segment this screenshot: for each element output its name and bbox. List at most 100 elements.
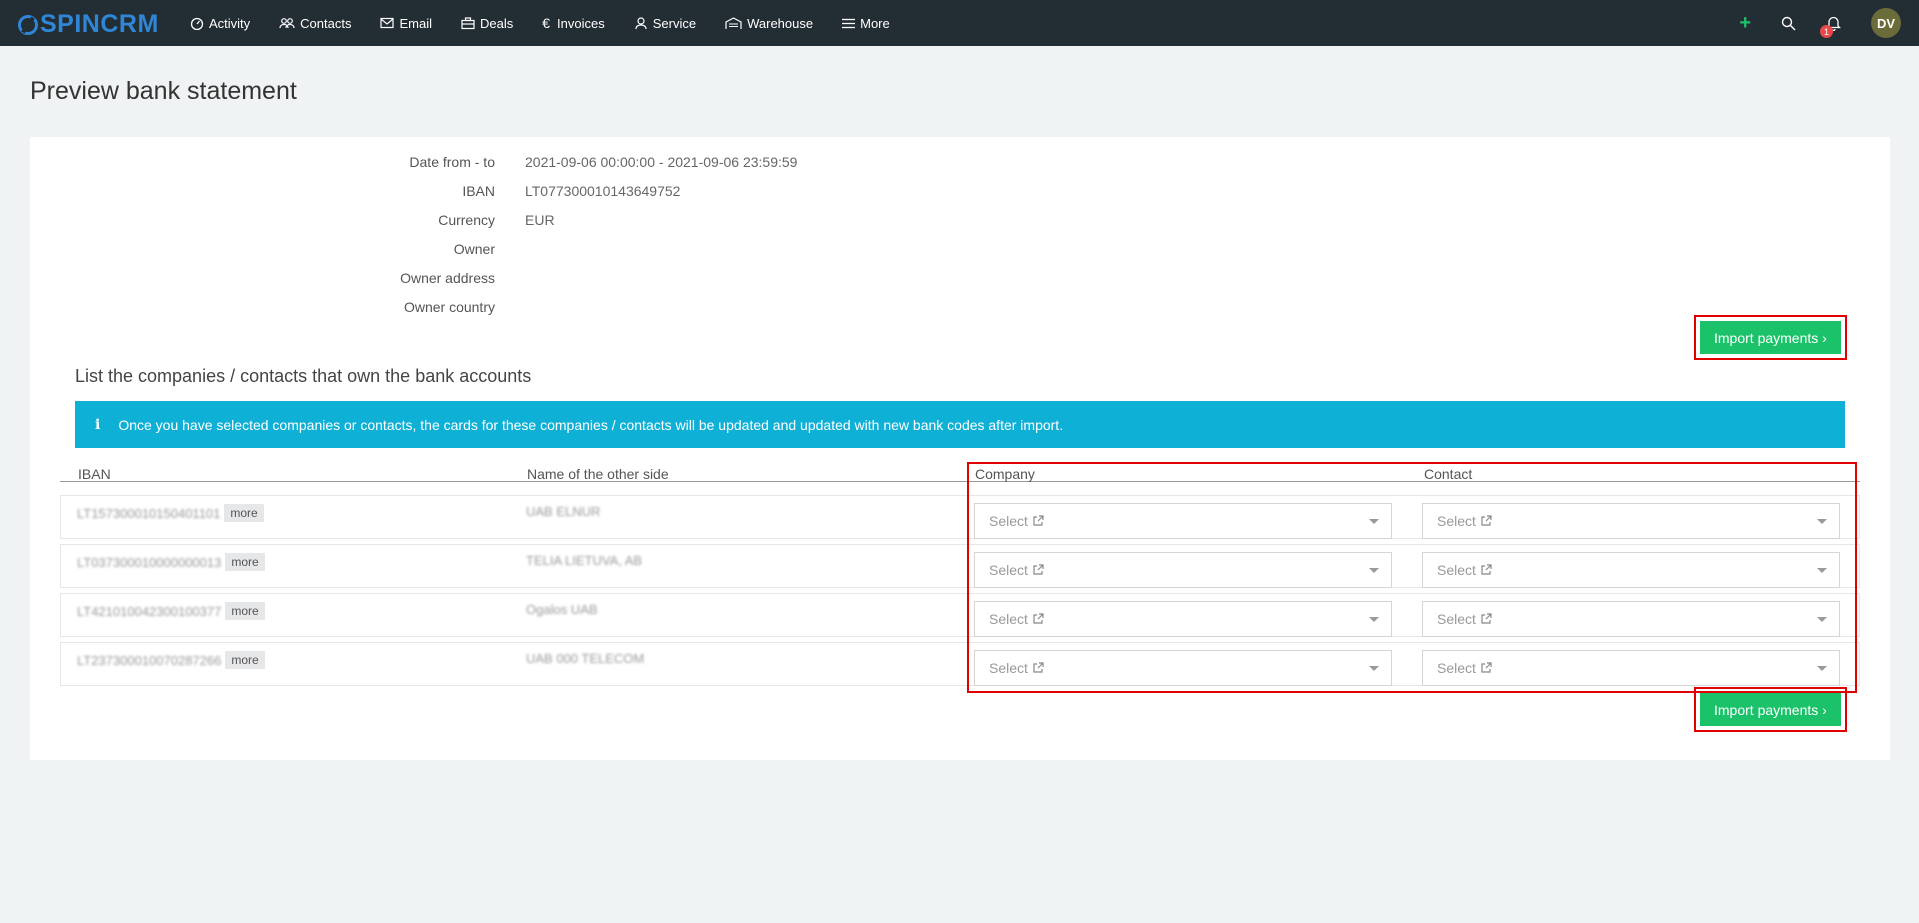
notifications-badge: 1 — [1820, 25, 1833, 38]
table-row: LT157300010150401101 more UAB ELNUR Selec… — [60, 495, 1860, 539]
notifications-bell-icon[interactable]: 1 — [1820, 15, 1841, 38]
external-link-icon[interactable] — [1032, 564, 1044, 576]
chevron-down-icon — [1817, 568, 1827, 573]
info-alert: i Once you have selected companies or co… — [75, 401, 1845, 448]
table-row: LT421010042300100377 more Ogalos UAB Sele… — [60, 593, 1860, 637]
briefcase-icon — [461, 16, 475, 29]
info-row-date: Date from - to 2021-09-06 00:00:00 - 2021… — [30, 147, 930, 176]
top-navbar: SPINCRM Activity Contacts Email Deals € … — [0, 0, 1919, 46]
iban-cell: LT037300010000000013 more — [77, 553, 265, 571]
iban-cell: LT421010042300100377 more — [77, 602, 265, 620]
name-cell: UAB 000 TELECOM — [526, 651, 645, 666]
select-placeholder: Select — [989, 660, 1028, 676]
menu-icon — [842, 18, 856, 28]
company-select[interactable]: Select — [974, 601, 1392, 637]
nav-email[interactable]: Email — [380, 16, 432, 31]
people-icon — [279, 18, 295, 29]
import-payments-button-bottom[interactable]: Import payments › — [1700, 693, 1841, 726]
info-label: Owner — [453, 240, 495, 257]
company-select[interactable]: Select — [974, 503, 1392, 539]
alert-text: Once you have selected companies or cont… — [118, 416, 1064, 433]
company-select[interactable]: Select — [974, 650, 1392, 686]
select-placeholder: Select — [989, 611, 1028, 627]
chevron-down-icon — [1369, 617, 1379, 622]
more-button[interactable]: more — [225, 651, 265, 669]
info-row-iban: IBAN LT077300010143649752 — [30, 176, 930, 205]
nav-contacts[interactable]: Contacts — [279, 16, 351, 31]
import-button-bottom-highlight: Import payments › — [1694, 687, 1847, 732]
select-placeholder: Select — [1437, 660, 1476, 676]
euro-icon: € — [542, 15, 551, 31]
contact-select[interactable]: Select — [1422, 601, 1840, 637]
chevron-down-icon — [1369, 666, 1379, 671]
col-name: Name of the other side — [527, 466, 669, 482]
logo-text: SPINCRM — [40, 10, 159, 38]
name-cell: TELIA LIETUVA, AB — [526, 553, 643, 568]
chevron-down-icon — [1369, 568, 1379, 573]
col-iban: IBAN — [78, 466, 111, 482]
name-cell: Ogalos UAB — [526, 602, 598, 617]
main-nav: Activity Contacts Email Deals € Invoices… — [190, 0, 919, 46]
more-button[interactable]: more — [225, 553, 265, 571]
nav-more[interactable]: More — [842, 16, 890, 31]
support-icon — [635, 17, 647, 30]
accounts-table-header: IBAN Name of the other side Company Cont… — [60, 462, 1860, 482]
external-link-icon[interactable] — [1032, 662, 1044, 674]
table-row: LT237300010070287266 more UAB 000 TELECOM… — [60, 642, 1860, 686]
external-link-icon[interactable] — [1480, 613, 1492, 625]
iban-value: LT237300010070287266 — [77, 652, 222, 668]
iban-cell: LT157300010150401101 more — [77, 504, 264, 522]
nav-label: Deals — [480, 15, 514, 31]
select-placeholder: Select — [989, 562, 1028, 578]
user-avatar[interactable]: DV — [1871, 8, 1901, 38]
nav-label: Service — [652, 15, 697, 31]
chevron-down-icon — [1817, 617, 1827, 622]
nav-activity[interactable]: Activity — [190, 16, 250, 31]
nav-label: Warehouse — [747, 15, 814, 31]
select-placeholder: Select — [1437, 562, 1476, 578]
gauge-icon — [190, 17, 204, 30]
envelope-icon — [380, 17, 395, 29]
info-value: 2021-09-06 00:00:00 - 2021-09-06 23:59:5… — [525, 153, 798, 170]
quick-add-button[interactable]: + — [1739, 12, 1751, 35]
info-icon: i — [95, 416, 101, 433]
nav-invoices[interactable]: € Invoices — [542, 15, 605, 31]
name-cell: UAB ELNUR — [526, 504, 601, 519]
accounts-section-title: List the companies / contacts that own t… — [75, 366, 532, 386]
info-value: LT077300010143649752 — [525, 182, 681, 199]
spincrm-logo[interactable]: SPINCRM — [18, 10, 159, 39]
external-link-icon[interactable] — [1480, 515, 1492, 527]
company-select[interactable]: Select — [974, 552, 1392, 588]
nav-label: More — [860, 15, 890, 31]
info-row-owner: Owner — [30, 234, 930, 263]
chevron-down-icon — [1817, 666, 1827, 671]
nav-warehouse[interactable]: Warehouse — [725, 16, 813, 31]
iban-value: LT037300010000000013 — [77, 554, 222, 570]
nav-label: Activity — [209, 15, 251, 31]
contact-select[interactable]: Select — [1422, 650, 1840, 686]
contact-select[interactable]: Select — [1422, 552, 1840, 588]
nav-deals[interactable]: Deals — [461, 16, 513, 31]
select-placeholder: Select — [989, 513, 1028, 529]
info-value: EUR — [525, 211, 555, 228]
info-label: Owner country — [403, 298, 495, 315]
info-row-owner-country: Owner country — [30, 292, 930, 321]
search-icon[interactable] — [1781, 16, 1796, 31]
nav-service[interactable]: Service — [634, 16, 696, 31]
iban-value: LT421010042300100377 — [77, 603, 222, 619]
import-payments-button-top[interactable]: Import payments › — [1700, 321, 1841, 354]
warehouse-icon — [725, 16, 742, 29]
external-link-icon[interactable] — [1480, 564, 1492, 576]
chevron-down-icon — [1369, 519, 1379, 524]
more-button[interactable]: more — [224, 504, 264, 522]
nav-label: Contacts — [300, 15, 352, 31]
statement-info: Date from - to 2021-09-06 00:00:00 - 2021… — [30, 147, 930, 321]
info-row-owner-address: Owner address — [30, 263, 930, 292]
iban-cell: LT237300010070287266 more — [77, 651, 265, 669]
chevron-down-icon — [1817, 519, 1827, 524]
more-button[interactable]: more — [225, 602, 265, 620]
contact-select[interactable]: Select — [1422, 503, 1840, 539]
external-link-icon[interactable] — [1032, 515, 1044, 527]
external-link-icon[interactable] — [1480, 662, 1492, 674]
external-link-icon[interactable] — [1032, 613, 1044, 625]
